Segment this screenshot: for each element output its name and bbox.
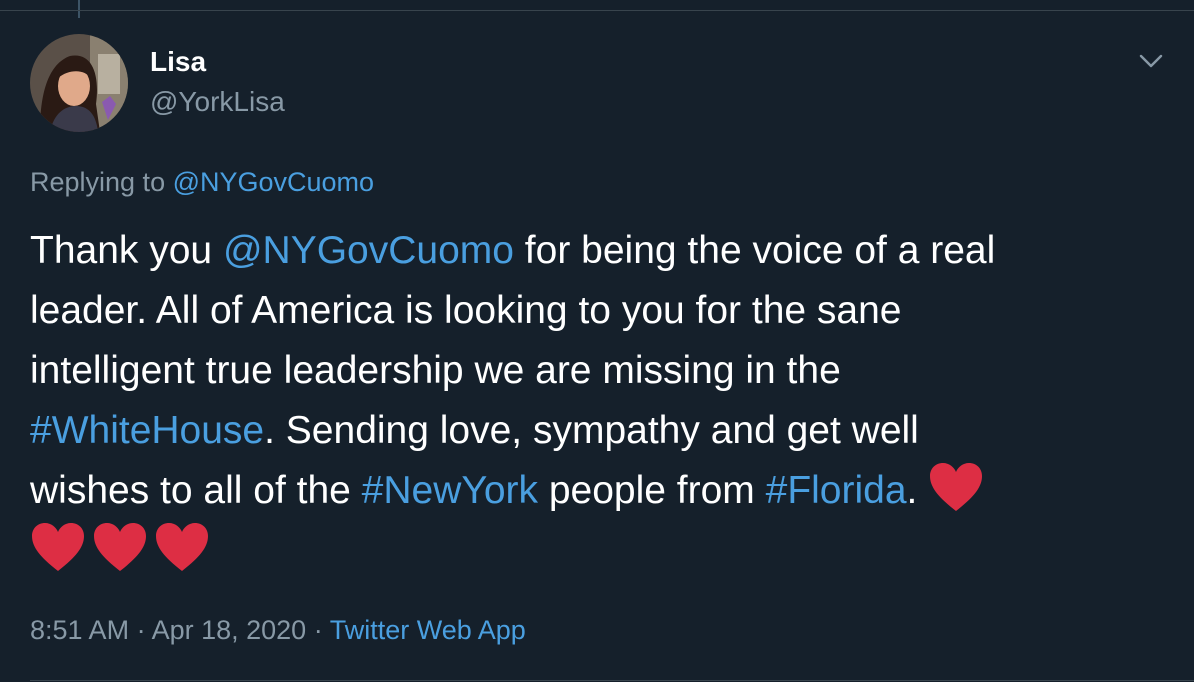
text-segment: for being the voice of a real [513,229,996,272]
tweet-metadata: 8:51 AM · Apr 18, 2020 · Twitter Web App [30,610,526,650]
tweet-card: Lisa @YorkLisa Replying to @NYGovCuomo T… [0,0,1194,682]
red-heart-icon [928,461,984,513]
tweet-date[interactable]: Apr 18, 2020 [152,615,307,645]
tweet-line: leader. All of America is looking to you… [30,289,902,332]
hashtag-link[interactable]: #Florida [766,469,907,512]
tweet-line: Thank you @NYGovCuomo for being the voic… [30,221,1150,281]
text-segment: Thank you [30,229,223,272]
tweet-time[interactable]: 8:51 AM [30,615,129,645]
text-segment: wishes to all of the [30,469,362,512]
replying-to-label: Replying to [30,167,173,197]
divider [30,680,1194,681]
separator: · [306,615,330,645]
thread-connector-line [78,0,80,18]
source-link[interactable]: Twitter Web App [330,615,526,645]
tweet-line: wishes to all of the #NewYork people fro… [30,461,1150,521]
chevron-down-icon[interactable] [1136,46,1166,76]
divider [0,10,1194,11]
red-heart-icon [92,521,148,573]
tweet-text: Thank you @NYGovCuomo for being the voic… [30,221,1150,581]
display-name[interactable]: Lisa [150,44,206,80]
tweet-line: intelligent true leadership we are missi… [30,349,841,392]
red-heart-icon [154,521,210,573]
reply-mention-link[interactable]: @NYGovCuomo [173,167,374,197]
tweet-line: #WhiteHouse. Sending love, sympathy and … [30,401,1150,461]
avatar[interactable] [30,34,128,132]
text-segment: . Sending love, sympathy and get well [264,409,919,452]
text-segment: people from [538,469,766,512]
username-handle[interactable]: @YorkLisa [150,84,285,120]
hashtag-link[interactable]: #NewYork [362,469,538,512]
hashtag-link[interactable]: #WhiteHouse [30,409,264,452]
red-heart-icon [30,521,86,573]
mention-link[interactable]: @NYGovCuomo [223,229,514,272]
tweet-line [30,521,1150,581]
replying-to: Replying to @NYGovCuomo [30,164,374,200]
text-segment: . [906,469,929,512]
separator: · [129,615,152,645]
